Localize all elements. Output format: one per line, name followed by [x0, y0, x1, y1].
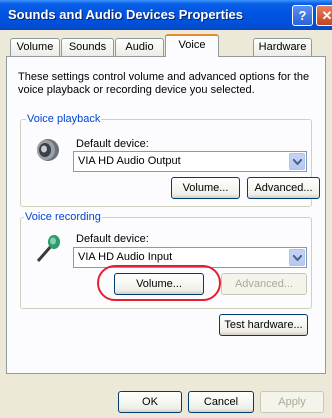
apply-button: Apply [260, 391, 324, 413]
recording-device-value: VIA HD Audio Input [78, 251, 173, 263]
tab-sounds[interactable]: Sounds [61, 38, 114, 56]
recording-advanced-button: Advanced... [221, 273, 307, 295]
playback-device-label: Default device: [76, 138, 149, 150]
playback-device-dropdown[interactable]: VIA HD Audio Output [73, 151, 307, 172]
playback-advanced-button[interactable]: Advanced... [247, 177, 320, 199]
recording-device-label: Default device: [76, 233, 149, 245]
close-button[interactable]: ✕ [316, 5, 332, 26]
voice-recording-label: Voice recording [24, 211, 102, 223]
chevron-down-icon[interactable] [289, 249, 305, 266]
chevron-down-icon[interactable] [289, 153, 305, 170]
ok-button[interactable]: OK [118, 391, 182, 413]
window-title: Sounds and Audio Devices Properties [8, 7, 244, 22]
help-button[interactable]: ? [292, 5, 313, 26]
title-bar[interactable]: Sounds and Audio Devices Properties ? ✕ [0, 0, 332, 30]
playback-volume-button[interactable]: Volume... [171, 177, 240, 199]
playback-device-value: VIA HD Audio Output [78, 155, 181, 167]
highlight-circle [97, 265, 221, 301]
tab-strip: Volume Sounds Audio Voice Hardware [6, 34, 326, 57]
cancel-button[interactable]: Cancel [188, 391, 254, 413]
test-hardware-button[interactable]: Test hardware... [219, 314, 308, 336]
tab-volume[interactable]: Volume [10, 38, 60, 56]
tab-hardware[interactable]: Hardware [253, 38, 312, 56]
voice-playback-label: Voice playback [26, 113, 102, 125]
microphone-icon [34, 234, 62, 267]
tab-audio[interactable]: Audio [115, 38, 164, 56]
dialog-window: Sounds and Audio Devices Properties ? ✕ … [0, 0, 332, 418]
tab-voice[interactable]: Voice [165, 34, 219, 57]
speaker-icon [34, 137, 62, 166]
description-text: These settings control volume and advanc… [18, 71, 310, 96]
